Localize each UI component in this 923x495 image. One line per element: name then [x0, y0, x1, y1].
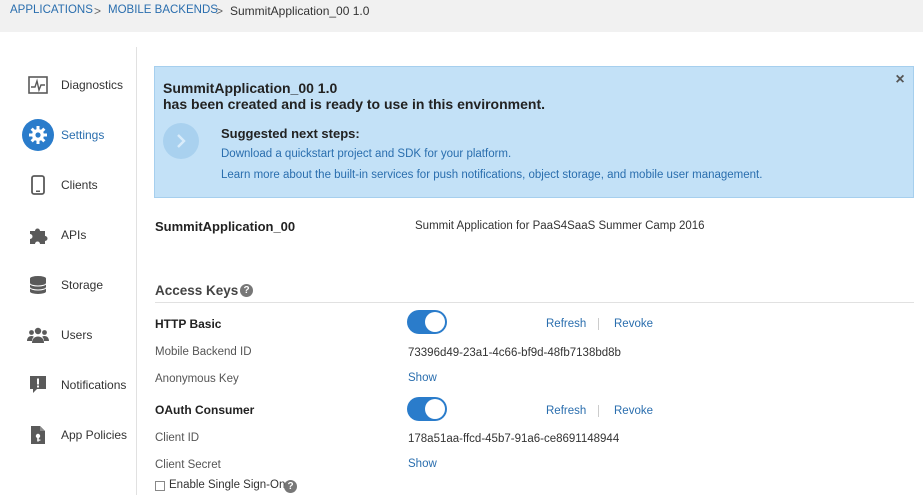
access-keys-title: Access Keys	[155, 283, 239, 298]
oauth-consumer-label: OAuth Consumer	[155, 403, 255, 417]
breadcrumb-separator: >	[216, 4, 224, 18]
toggle-knob	[425, 399, 445, 419]
http-basic-toggle[interactable]	[407, 310, 447, 334]
sso-checkbox-label[interactable]: Enable Single Sign-On	[169, 479, 285, 491]
sidebar-item-label: Storage	[61, 278, 104, 292]
banner-subtitle: has been created and is ready to use in …	[163, 96, 545, 112]
sidebar-item-label: App Policies	[61, 428, 128, 442]
gear-icon	[22, 119, 54, 151]
anonymous-key-label: Anonymous Key	[155, 373, 239, 385]
banner-title: SummitApplication_00 1.0	[163, 80, 338, 96]
sidebar-item-label: Settings	[61, 128, 105, 142]
sidebar-item-label: Users	[61, 328, 93, 342]
app-name: SummitApplication_00	[155, 219, 296, 234]
http-basic-label: HTTP Basic	[155, 317, 222, 331]
section-divider	[155, 302, 914, 303]
help-icon[interactable]: ?	[240, 284, 253, 297]
oauth-consumer-toggle[interactable]	[407, 397, 447, 421]
client-id-value: 178a51aa-ffcd-45b7-91a6-ce8691148944	[408, 433, 620, 445]
breadcrumb-mobile-backends-link[interactable]: MOBILE BACKENDS	[108, 4, 218, 16]
sso-checkbox[interactable]	[155, 481, 165, 491]
breadcrumb: APPLICATIONS > MOBILE BACKENDS > SummitA…	[0, 0, 923, 32]
breadcrumb-separator: >	[94, 4, 102, 18]
help-icon[interactable]: ?	[284, 480, 297, 493]
sidebar-item-label: Diagnostics	[61, 78, 124, 92]
http-basic-revoke-link[interactable]: Revoke	[614, 318, 653, 330]
sidebar: Diagnostics Settings Clients APIs Storag…	[0, 47, 137, 495]
chevron-right-icon	[163, 123, 199, 159]
sidebar-item-diagnostics[interactable]: Diagnostics	[0, 65, 136, 105]
client-secret-show-link[interactable]: Show	[408, 458, 437, 470]
phone-icon	[22, 169, 54, 201]
quickstart-download-link[interactable]: Download a quickstart project and SDK fo…	[221, 148, 511, 160]
sidebar-item-notifications[interactable]: Notifications	[0, 365, 136, 405]
success-banner: SummitApplication_00 1.0 has been create…	[154, 66, 914, 198]
oauth-revoke-link[interactable]: Revoke	[614, 405, 653, 417]
sidebar-item-storage[interactable]: Storage	[0, 265, 136, 305]
sidebar-item-settings[interactable]: Settings	[0, 115, 136, 155]
sidebar-item-users[interactable]: Users	[0, 315, 136, 355]
anonymous-key-show-link[interactable]: Show	[408, 372, 437, 384]
puzzle-icon	[22, 219, 54, 251]
sidebar-item-label: APIs	[61, 228, 87, 242]
notification-icon	[22, 369, 54, 401]
http-basic-refresh-link[interactable]: Refresh	[546, 318, 586, 330]
toggle-knob	[425, 312, 445, 332]
sidebar-item-label: Clients	[61, 178, 98, 192]
breadcrumb-current: SummitApplication_00 1.0	[230, 4, 370, 18]
backend-id-value: 73396d49-23a1-4c66-bf9d-48fb7138bd8b	[408, 347, 621, 359]
link-divider	[598, 405, 599, 417]
learn-more-link[interactable]: Learn more about the built-in services f…	[221, 169, 762, 181]
sidebar-item-label: Notifications	[61, 378, 127, 392]
sidebar-item-apis[interactable]: APIs	[0, 215, 136, 255]
close-icon[interactable]: ×	[893, 72, 907, 88]
backend-id-label: Mobile Backend ID	[155, 346, 252, 358]
breadcrumb-applications-link[interactable]: APPLICATIONS	[10, 4, 93, 16]
next-steps-title: Suggested next steps:	[221, 126, 360, 141]
users-icon	[22, 319, 54, 351]
oauth-refresh-link[interactable]: Refresh	[546, 405, 586, 417]
client-id-label: Client ID	[155, 432, 200, 444]
sidebar-item-clients[interactable]: Clients	[0, 165, 136, 205]
client-secret-label: Client Secret	[155, 459, 221, 471]
policy-icon	[22, 419, 54, 451]
diagnostics-icon	[22, 69, 54, 101]
link-divider	[598, 318, 599, 330]
sidebar-item-app-policies[interactable]: App Policies	[0, 415, 136, 455]
database-icon	[22, 269, 54, 301]
app-description: Summit Application for PaaS4SaaS Summer …	[415, 220, 705, 232]
